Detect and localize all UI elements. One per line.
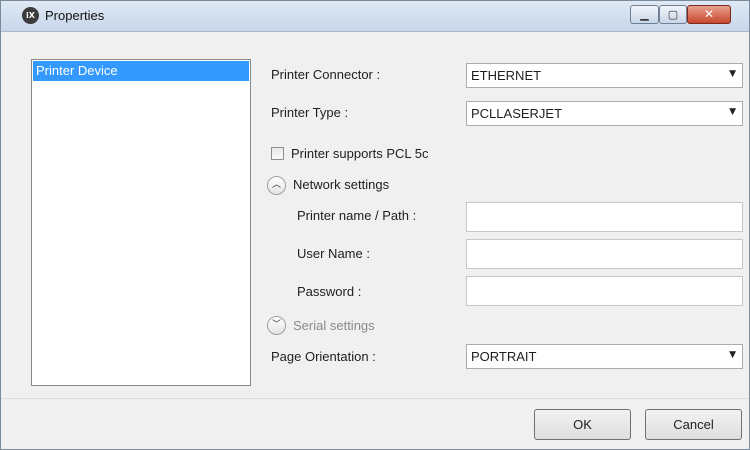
printer-type-label: Printer Type : <box>271 105 349 120</box>
footer-divider <box>1 398 749 399</box>
serial-settings-header[interactable]: Serial settings <box>293 318 375 333</box>
page-orientation-select[interactable]: PORTRAIT ▼ <box>466 344 743 369</box>
dropdown-arrow-icon: ▼ <box>729 107 736 117</box>
minimize-button[interactable]: ▁ <box>630 5 659 24</box>
printer-name-label: Printer name / Path : <box>297 208 417 223</box>
page-orientation-value: PORTRAIT <box>471 349 537 364</box>
password-label: Password : <box>297 284 362 299</box>
printer-connector-label: Printer Connector : <box>271 67 381 82</box>
page-orientation-label: Page Orientation : <box>271 349 376 364</box>
printer-type-select[interactable]: PCLLASERJET ▼ <box>466 101 743 126</box>
serial-settings-expander-icon[interactable]: ﹀ <box>267 316 286 335</box>
network-settings-expander-icon[interactable]: ︿ <box>267 176 286 195</box>
sidebar-item-printer-device[interactable]: Printer Device <box>33 61 249 81</box>
pcl5c-checkbox[interactable] <box>271 147 284 160</box>
title-bar[interactable]: iX Properties ▁ ▢ ✕ <box>1 1 749 32</box>
maximize-icon: ▢ <box>667 8 679 21</box>
minimize-icon: ▁ <box>640 8 649 21</box>
printer-connector-value: ETHERNET <box>471 68 542 83</box>
password-input[interactable] <box>466 276 743 306</box>
close-button[interactable]: ✕ <box>687 5 731 24</box>
app-logo-icon: iX <box>22 7 39 24</box>
pcl5c-label[interactable]: Printer supports PCL 5c <box>291 146 429 161</box>
dropdown-arrow-icon: ▼ <box>729 350 736 360</box>
category-list[interactable]: Printer Device <box>31 59 251 386</box>
window-title: Properties <box>45 8 105 23</box>
properties-dialog: iX Properties ▁ ▢ ✕ Printer Device Print… <box>0 0 750 450</box>
printer-name-input[interactable] <box>466 202 743 232</box>
user-name-input[interactable] <box>466 239 743 269</box>
printer-connector-select[interactable]: ETHERNET ▼ <box>466 63 743 88</box>
ok-button[interactable]: OK <box>534 409 631 440</box>
printer-type-value: PCLLASERJET <box>471 106 563 121</box>
dropdown-arrow-icon: ▼ <box>729 69 736 79</box>
close-icon: ✕ <box>703 7 715 21</box>
cancel-button[interactable]: Cancel <box>645 409 742 440</box>
network-settings-header[interactable]: Network settings <box>293 177 389 192</box>
user-name-label: User Name : <box>297 246 370 261</box>
maximize-button[interactable]: ▢ <box>659 5 687 24</box>
